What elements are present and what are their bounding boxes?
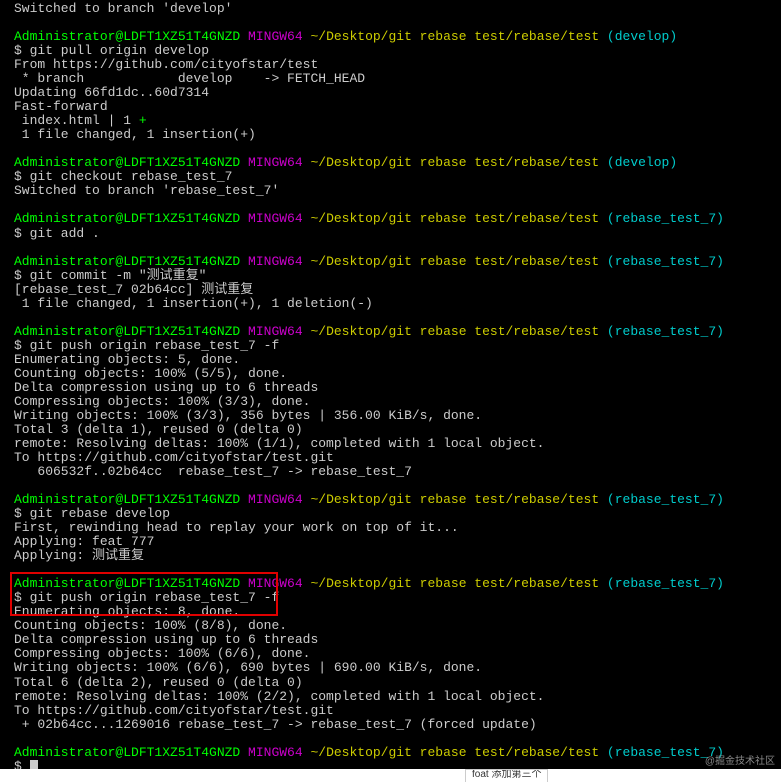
prompt-line: Administrator@LDFT1XZ51T4GNZD MINGW64 ~/… [14,212,771,226]
output-line: 1 file changed, 1 insertion(+), 1 deleti… [14,297,771,311]
prompt-line: Administrator@LDFT1XZ51T4GNZD MINGW64 ~/… [14,156,771,170]
path-label: ~/Desktop/git rebase test/rebase/test [310,492,606,507]
output-line: Updating 66fd1dc..60d7314 [14,86,771,100]
command-line[interactable]: $ git rebase develop [14,507,771,521]
branch-label: (rebase_test_7) [607,254,724,269]
watermark: @掘金技术社区 [705,757,775,768]
output-line: Compressing objects: 100% (3/3), done. [14,395,771,409]
mingw-label: MINGW64 [248,324,310,339]
prompt-line: Administrator@LDFT1XZ51T4GNZD MINGW64 ~/… [14,30,771,44]
mingw-label: MINGW64 [248,211,310,226]
blank-line [14,479,771,493]
path-label: ~/Desktop/git rebase test/rebase/test [310,745,606,760]
output-line: Delta compression using up to 6 threads [14,381,771,395]
branch-label: (develop) [607,29,677,44]
mingw-label: MINGW64 [248,155,310,170]
output-line: 606532f..02b64cc rebase_test_7 -> rebase… [14,465,771,479]
output-line: Total 3 (delta 1), reused 0 (delta 0) [14,423,771,437]
user-host: Administrator@LDFT1XZ51T4GNZD [14,745,248,760]
output-line: First, rewinding head to replay your wor… [14,521,771,535]
path-label: ~/Desktop/git rebase test/rebase/test [310,29,606,44]
output-line: To https://github.com/cityofstar/test.gi… [14,704,771,718]
mingw-label: MINGW64 [248,745,310,760]
output-line: 1 file changed, 1 insertion(+) [14,128,771,142]
path-label: ~/Desktop/git rebase test/rebase/test [310,155,606,170]
blank-line [14,563,771,577]
prompt-line: Administrator@LDFT1XZ51T4GNZD MINGW64 ~/… [14,255,771,269]
command-line[interactable]: $ git pull origin develop [14,44,771,58]
output-line: Enumerating objects: 8, done. [14,605,771,619]
blank-line [14,16,771,30]
output-line: Switched to branch 'develop' [14,2,771,16]
plus-icon: + [139,113,147,128]
path-label: ~/Desktop/git rebase test/rebase/test [310,254,606,269]
blank-line [14,198,771,212]
mingw-label: MINGW64 [248,492,310,507]
user-host: Administrator@LDFT1XZ51T4GNZD [14,576,248,591]
mingw-label: MINGW64 [248,576,310,591]
output-line: Applying: 测试重复 [14,549,771,563]
branch-label: (develop) [607,155,677,170]
output-line: Compressing objects: 100% (6/6), done. [14,647,771,661]
output-line: Delta compression using up to 6 threads [14,633,771,647]
output-line: Fast-forward [14,100,771,114]
terminal-output[interactable]: Switched to branch 'develop' Administrat… [0,0,781,769]
output-line: From https://github.com/cityofstar/test [14,58,771,72]
prompt-line: Administrator@LDFT1XZ51T4GNZD MINGW64 ~/… [14,746,771,760]
user-host: Administrator@LDFT1XZ51T4GNZD [14,155,248,170]
blank-line [14,241,771,255]
output-line: To https://github.com/cityofstar/test.gi… [14,451,771,465]
path-label: ~/Desktop/git rebase test/rebase/test [310,576,606,591]
path-label: ~/Desktop/git rebase test/rebase/test [310,211,606,226]
output-line: remote: Resolving deltas: 100% (1/1), co… [14,437,771,451]
output-line: Enumerating objects: 5, done. [14,353,771,367]
branch-label: (rebase_test_7) [607,492,724,507]
branch-label: (rebase_test_7) [607,324,724,339]
output-line: Writing objects: 100% (6/6), 690 bytes |… [14,661,771,675]
prompt-line: Administrator@LDFT1XZ51T4GNZD MINGW64 ~/… [14,493,771,507]
blank-line [14,732,771,746]
output-line: + 02b64cc...1269016 rebase_test_7 -> reb… [14,718,771,732]
branch-label: (rebase_test_7) [607,576,724,591]
command-line[interactable]: $ git commit -m "测试重复" [14,269,771,283]
output-line: Writing objects: 100% (3/3), 356 bytes |… [14,409,771,423]
user-host: Administrator@LDFT1XZ51T4GNZD [14,492,248,507]
bottom-tab: foat 添加第三个 [465,769,548,782]
bottom-strip [0,769,781,782]
user-host: Administrator@LDFT1XZ51T4GNZD [14,211,248,226]
output-line: Switched to branch 'rebase_test_7' [14,184,771,198]
output-line: Total 6 (delta 2), reused 0 (delta 0) [14,676,771,690]
output-line: [rebase_test_7 02b64cc] 测试重复 [14,283,771,297]
mingw-label: MINGW64 [248,29,310,44]
output-line: remote: Resolving deltas: 100% (2/2), co… [14,690,771,704]
command-line[interactable]: $ git push origin rebase_test_7 -f [14,591,771,605]
output-line: Counting objects: 100% (5/5), done. [14,367,771,381]
prompt-line: Administrator@LDFT1XZ51T4GNZD MINGW64 ~/… [14,577,771,591]
blank-line [14,311,771,325]
mingw-label: MINGW64 [248,254,310,269]
path-label: ~/Desktop/git rebase test/rebase/test [310,324,606,339]
branch-label: (rebase_test_7) [607,211,724,226]
output-line: Counting objects: 100% (8/8), done. [14,619,771,633]
command-line[interactable]: $ git push origin rebase_test_7 -f [14,339,771,353]
user-host: Administrator@LDFT1XZ51T4GNZD [14,254,248,269]
user-host: Administrator@LDFT1XZ51T4GNZD [14,29,248,44]
command-line[interactable]: $ git checkout rebase_test_7 [14,170,771,184]
blank-line [14,142,771,156]
user-host: Administrator@LDFT1XZ51T4GNZD [14,324,248,339]
command-line[interactable]: $ git add . [14,227,771,241]
output-line: * branch develop -> FETCH_HEAD [14,72,771,86]
output-line: index.html | 1 + [14,114,771,128]
prompt-line: Administrator@LDFT1XZ51T4GNZD MINGW64 ~/… [14,325,771,339]
